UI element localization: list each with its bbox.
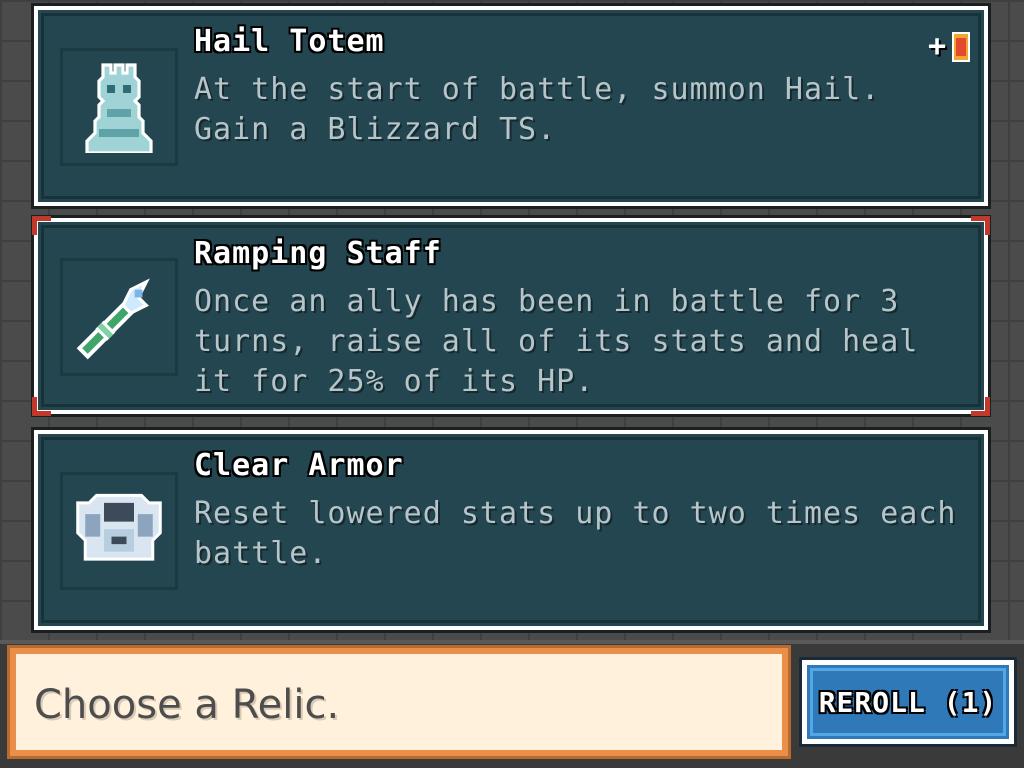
staff-icon bbox=[60, 258, 178, 376]
reroll-button[interactable]: REROLL (1) bbox=[799, 657, 1017, 747]
message-text: Choose a Relic. bbox=[34, 682, 340, 728]
message-box: Choose a Relic. bbox=[7, 645, 791, 759]
relic-card-hail-totem[interactable]: Hail Totem At the start of battle, summo… bbox=[31, 3, 991, 209]
ice-totem-icon bbox=[60, 48, 178, 166]
tera-shard-icon bbox=[952, 32, 970, 62]
reroll-label: REROLL (1) bbox=[818, 685, 998, 719]
relic-description: Reset lowered stats up to two times each… bbox=[194, 496, 957, 571]
relic-card-clear-armor[interactable]: Clear Armor Reset lowered stats up to tw… bbox=[31, 427, 991, 633]
relic-badge: + bbox=[928, 30, 972, 64]
relic-card-ramping-staff[interactable]: Ramping Staff Once an ally has been in b… bbox=[31, 215, 991, 417]
selection-corner bbox=[32, 397, 51, 416]
selection-corner bbox=[32, 216, 51, 235]
relic-description: Once an ally has been in battle for 3 tu… bbox=[194, 284, 919, 399]
relic-name: Ramping Staff bbox=[194, 236, 442, 271]
selection-corner bbox=[971, 397, 990, 416]
relic-name: Hail Totem bbox=[194, 24, 385, 59]
plus-label: + bbox=[927, 29, 946, 64]
armor-icon bbox=[60, 472, 178, 590]
selection-corner bbox=[971, 216, 990, 235]
relic-description: At the start of battle, summon Hail. Gai… bbox=[194, 72, 881, 147]
relic-name: Clear Armor bbox=[194, 448, 404, 483]
